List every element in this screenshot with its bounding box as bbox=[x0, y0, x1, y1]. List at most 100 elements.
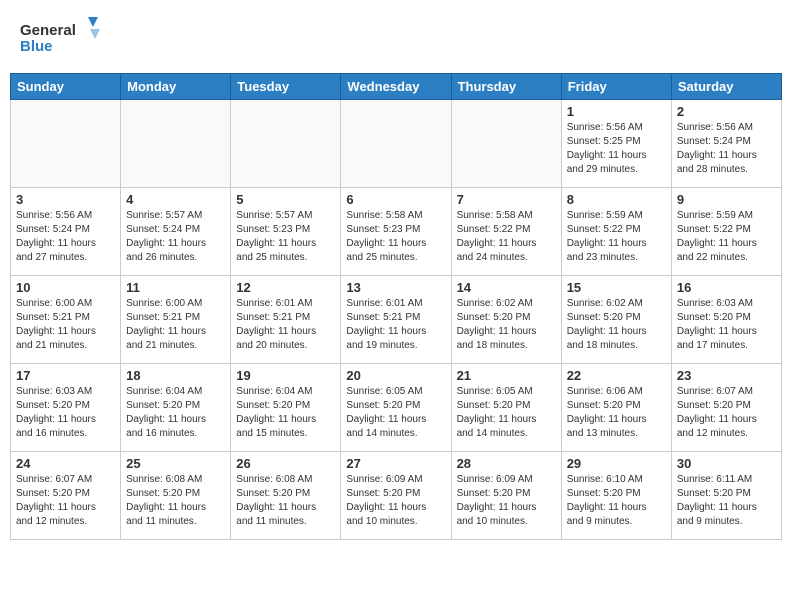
day-info: Sunrise: 6:05 AM Sunset: 5:20 PM Dayligh… bbox=[346, 385, 445, 441]
day-number: 5 bbox=[236, 192, 335, 207]
calendar-cell: 14 Sunrise: 6:02 AM Sunset: 5:20 PM Dayli… bbox=[451, 276, 561, 364]
calendar-week-3: 10 Sunrise: 6:00 AM Sunset: 5:21 PM Dayli… bbox=[11, 276, 782, 364]
calendar-cell: 22 Sunrise: 6:06 AM Sunset: 5:20 PM Dayli… bbox=[561, 364, 671, 452]
weekday-header-sunday: Sunday bbox=[11, 74, 121, 100]
calendar-cell bbox=[121, 100, 231, 188]
day-number: 8 bbox=[567, 192, 666, 207]
day-info: Sunrise: 5:59 AM Sunset: 5:22 PM Dayligh… bbox=[567, 209, 666, 265]
calendar-cell: 28 Sunrise: 6:09 AM Sunset: 5:20 PM Dayli… bbox=[451, 452, 561, 540]
day-info: Sunrise: 6:02 AM Sunset: 5:20 PM Dayligh… bbox=[457, 297, 556, 353]
day-number: 14 bbox=[457, 280, 556, 295]
calendar-cell: 2 Sunrise: 5:56 AM Sunset: 5:24 PM Daylig… bbox=[671, 100, 781, 188]
calendar-cell: 3Sunrise: 5:56 AM Sunset: 5:24 PM Daylig… bbox=[11, 188, 121, 276]
calendar-week-1: 1 Sunrise: 5:56 AM Sunset: 5:25 PM Daylig… bbox=[11, 100, 782, 188]
day-number: 23 bbox=[677, 368, 776, 383]
calendar-cell: 19 Sunrise: 6:04 AM Sunset: 5:20 PM Dayli… bbox=[231, 364, 341, 452]
day-info: Sunrise: 6:08 AM Sunset: 5:20 PM Dayligh… bbox=[126, 473, 225, 529]
calendar-cell: 23 Sunrise: 6:07 AM Sunset: 5:20 PM Dayli… bbox=[671, 364, 781, 452]
day-info: Sunrise: 6:00 AM Sunset: 5:21 PM Dayligh… bbox=[16, 297, 115, 353]
weekday-header-wednesday: Wednesday bbox=[341, 74, 451, 100]
day-number: 11 bbox=[126, 280, 225, 295]
calendar-cell: 26Sunrise: 6:08 AM Sunset: 5:20 PM Dayli… bbox=[231, 452, 341, 540]
day-info: Sunrise: 5:59 AM Sunset: 5:22 PM Dayligh… bbox=[677, 209, 776, 265]
calendar-week-4: 17 Sunrise: 6:03 AM Sunset: 5:20 PM Dayli… bbox=[11, 364, 782, 452]
calendar-cell: 15 Sunrise: 6:02 AM Sunset: 5:20 PM Dayli… bbox=[561, 276, 671, 364]
day-number: 6 bbox=[346, 192, 445, 207]
day-number: 25 bbox=[126, 456, 225, 471]
day-info: Sunrise: 5:56 AM Sunset: 5:24 PM Dayligh… bbox=[677, 121, 776, 177]
day-info: Sunrise: 6:04 AM Sunset: 5:20 PM Dayligh… bbox=[236, 385, 335, 441]
calendar-cell: 25 Sunrise: 6:08 AM Sunset: 5:20 PM Dayli… bbox=[121, 452, 231, 540]
day-info: Sunrise: 6:02 AM Sunset: 5:20 PM Dayligh… bbox=[567, 297, 666, 353]
day-number: 9 bbox=[677, 192, 776, 207]
day-number: 4 bbox=[126, 192, 225, 207]
day-info: Sunrise: 5:57 AM Sunset: 5:23 PM Dayligh… bbox=[236, 209, 335, 265]
day-info: Sunrise: 5:58 AM Sunset: 5:23 PM Dayligh… bbox=[346, 209, 445, 265]
calendar-cell: 20 Sunrise: 6:05 AM Sunset: 5:20 PM Dayli… bbox=[341, 364, 451, 452]
day-info: Sunrise: 6:06 AM Sunset: 5:20 PM Dayligh… bbox=[567, 385, 666, 441]
day-info: Sunrise: 6:03 AM Sunset: 5:20 PM Dayligh… bbox=[16, 385, 115, 441]
calendar-week-2: 3Sunrise: 5:56 AM Sunset: 5:24 PM Daylig… bbox=[11, 188, 782, 276]
calendar-cell: 16 Sunrise: 6:03 AM Sunset: 5:20 PM Dayli… bbox=[671, 276, 781, 364]
day-number: 27 bbox=[346, 456, 445, 471]
weekday-header-friday: Friday bbox=[561, 74, 671, 100]
calendar-cell: 9 Sunrise: 5:59 AM Sunset: 5:22 PM Daylig… bbox=[671, 188, 781, 276]
calendar-cell: 18Sunrise: 6:04 AM Sunset: 5:20 PM Dayli… bbox=[121, 364, 231, 452]
day-number: 26 bbox=[236, 456, 335, 471]
weekday-header-thursday: Thursday bbox=[451, 74, 561, 100]
day-info: Sunrise: 6:07 AM Sunset: 5:20 PM Dayligh… bbox=[677, 385, 776, 441]
day-number: 19 bbox=[236, 368, 335, 383]
day-number: 1 bbox=[567, 104, 666, 119]
day-info: Sunrise: 5:58 AM Sunset: 5:22 PM Dayligh… bbox=[457, 209, 556, 265]
day-number: 15 bbox=[567, 280, 666, 295]
calendar-cell: 8 Sunrise: 5:59 AM Sunset: 5:22 PM Daylig… bbox=[561, 188, 671, 276]
day-number: 7 bbox=[457, 192, 556, 207]
weekday-header-tuesday: Tuesday bbox=[231, 74, 341, 100]
calendar-cell: 12Sunrise: 6:01 AM Sunset: 5:21 PM Dayli… bbox=[231, 276, 341, 364]
calendar-cell: 11 Sunrise: 6:00 AM Sunset: 5:21 PM Dayli… bbox=[121, 276, 231, 364]
calendar-cell: 6 Sunrise: 5:58 AM Sunset: 5:23 PM Daylig… bbox=[341, 188, 451, 276]
day-number: 21 bbox=[457, 368, 556, 383]
day-info: Sunrise: 6:00 AM Sunset: 5:21 PM Dayligh… bbox=[126, 297, 225, 353]
day-number: 16 bbox=[677, 280, 776, 295]
day-info: Sunrise: 6:09 AM Sunset: 5:20 PM Dayligh… bbox=[457, 473, 556, 529]
page-header: General Blue bbox=[10, 10, 782, 65]
day-info: Sunrise: 6:09 AM Sunset: 5:20 PM Dayligh… bbox=[346, 473, 445, 529]
calendar-cell: 1 Sunrise: 5:56 AM Sunset: 5:25 PM Daylig… bbox=[561, 100, 671, 188]
calendar-cell: 5 Sunrise: 5:57 AM Sunset: 5:23 PM Daylig… bbox=[231, 188, 341, 276]
day-number: 2 bbox=[677, 104, 776, 119]
day-number: 29 bbox=[567, 456, 666, 471]
day-info: Sunrise: 6:03 AM Sunset: 5:20 PM Dayligh… bbox=[677, 297, 776, 353]
weekday-header-monday: Monday bbox=[121, 74, 231, 100]
day-number: 28 bbox=[457, 456, 556, 471]
day-number: 20 bbox=[346, 368, 445, 383]
weekday-header-saturday: Saturday bbox=[671, 74, 781, 100]
day-number: 12 bbox=[236, 280, 335, 295]
calendar-cell: 21 Sunrise: 6:05 AM Sunset: 5:20 PM Dayli… bbox=[451, 364, 561, 452]
calendar-week-5: 24Sunrise: 6:07 AM Sunset: 5:20 PM Dayli… bbox=[11, 452, 782, 540]
logo-svg: General Blue bbox=[20, 15, 100, 60]
calendar-cell: 10 Sunrise: 6:00 AM Sunset: 5:21 PM Dayli… bbox=[11, 276, 121, 364]
day-info: Sunrise: 5:56 AM Sunset: 5:25 PM Dayligh… bbox=[567, 121, 666, 177]
calendar-cell: 24Sunrise: 6:07 AM Sunset: 5:20 PM Dayli… bbox=[11, 452, 121, 540]
calendar-cell bbox=[451, 100, 561, 188]
calendar-cell: 29 Sunrise: 6:10 AM Sunset: 5:20 PM Dayli… bbox=[561, 452, 671, 540]
calendar-cell bbox=[231, 100, 341, 188]
day-number: 3 bbox=[16, 192, 115, 207]
day-info: Sunrise: 6:01 AM Sunset: 5:21 PM Dayligh… bbox=[346, 297, 445, 353]
day-number: 13 bbox=[346, 280, 445, 295]
day-number: 22 bbox=[567, 368, 666, 383]
day-info: Sunrise: 6:11 AM Sunset: 5:20 PM Dayligh… bbox=[677, 473, 776, 529]
day-info: Sunrise: 6:10 AM Sunset: 5:20 PM Dayligh… bbox=[567, 473, 666, 529]
day-info: Sunrise: 5:57 AM Sunset: 5:24 PM Dayligh… bbox=[126, 209, 225, 265]
calendar-cell bbox=[11, 100, 121, 188]
day-info: Sunrise: 6:05 AM Sunset: 5:20 PM Dayligh… bbox=[457, 385, 556, 441]
svg-text:Blue: Blue bbox=[20, 38, 53, 55]
day-number: 30 bbox=[677, 456, 776, 471]
day-info: Sunrise: 6:07 AM Sunset: 5:20 PM Dayligh… bbox=[16, 473, 115, 529]
day-number: 18 bbox=[126, 368, 225, 383]
day-number: 10 bbox=[16, 280, 115, 295]
svg-text:General: General bbox=[20, 22, 76, 39]
day-number: 17 bbox=[16, 368, 115, 383]
calendar-cell: 7 Sunrise: 5:58 AM Sunset: 5:22 PM Daylig… bbox=[451, 188, 561, 276]
